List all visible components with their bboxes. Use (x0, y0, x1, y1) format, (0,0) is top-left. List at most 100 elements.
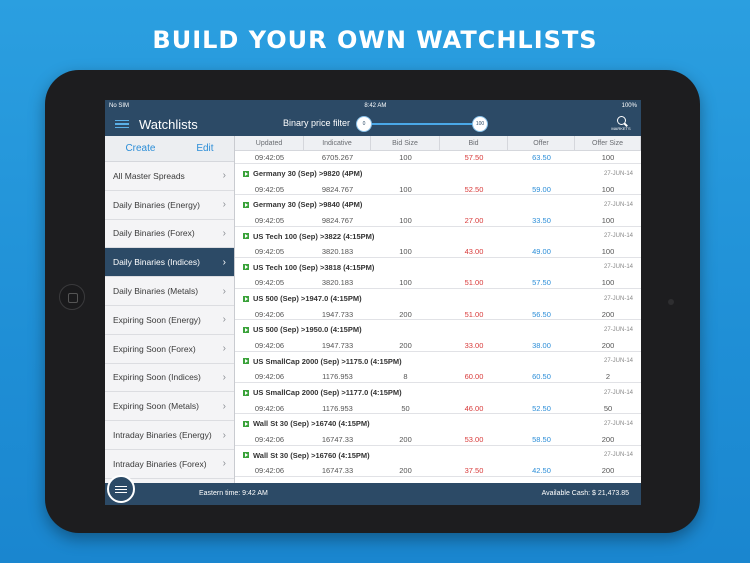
col-offer[interactable]: Offer (508, 136, 575, 150)
row-values: 09:42:06 16747.33 200 53.00 58.50 200 (235, 433, 641, 445)
cell-updated: 09:42:06 (254, 466, 285, 476)
sidebar-item[interactable]: Daily Binaries (Forex) › (105, 219, 234, 249)
col-bid-size[interactable]: Bid Size (371, 136, 440, 150)
market-name-row: US Tech 100 (Sep) >3822 (4:15PM) 27-JUN-1… (235, 227, 641, 246)
row-values: 09:42:06 1176.953 50 46.00 52.50 50 (235, 402, 641, 414)
cell-updated: 09:42:06 (254, 309, 285, 319)
home-button[interactable] (59, 284, 85, 310)
cell-bid-size: 100 (399, 247, 412, 257)
cell-bid: 27.00 (464, 215, 484, 225)
table-row[interactable]: Germany 30 (Sep) >9820 (4PM) 27-JUN-14 09:… (235, 164, 641, 196)
sidebar-item[interactable]: Intraday Binaries (Energy) › (105, 421, 234, 450)
market-name: Wall St 30 (Sep) >16760 (4:15PM) (253, 450, 370, 460)
search-icon (616, 116, 626, 125)
row-values: 09:42:05 9824.767 100 27.00 33.50 100 (235, 214, 641, 226)
table-row[interactable]: Germany 30 (Sep) >9840 (4PM) 27-JUN-14 09:… (235, 195, 641, 227)
up-arrow-icon (243, 389, 249, 396)
cell-bid: 52.50 (464, 184, 484, 194)
cell-indicative: 1947.733 (321, 309, 354, 319)
up-arrow-icon (243, 452, 249, 459)
cell-offer: 38.00 (532, 340, 551, 350)
cell-updated: 09:42:05 (254, 278, 285, 288)
cell-bid: 43.00 (464, 247, 484, 257)
sidebar-item[interactable]: All Master Spreads › (105, 162, 234, 191)
row-values: 09:42:06 1947.733 200 51.00 56.50 200 (235, 308, 641, 320)
battery: 100% (621, 103, 637, 109)
market-name: US Tech 100 (Sep) >3822 (4:15PM) (253, 231, 375, 241)
sidebar-item-label: Expiring Soon (Energy) (113, 314, 201, 325)
market-name-row: Wall St 30 (Sep) >16760 (4:15PM) 27-JUN-1… (235, 446, 641, 465)
sidebar-item[interactable]: Expiring Soon (Metals) › (105, 392, 234, 422)
table-row[interactable]: US 500 (Sep) >1947.0 (4:15PM) 27-JUN-14 09… (235, 289, 641, 321)
up-arrow-icon (243, 233, 249, 240)
sidebar-item[interactable]: Daily Binaries (Energy) › (105, 190, 234, 220)
table-row[interactable]: US 500 (Sep) >1950.0 (4:15PM) 27-JUN-14 09… (235, 320, 641, 352)
col-offer-size[interactable]: Offer Size (575, 136, 641, 150)
cell-offer: 60.50 (532, 372, 551, 382)
col-indicative[interactable]: Indicative (304, 136, 371, 150)
market-name-row: US 500 (Sep) >1947.0 (4:15PM) 27-JUN-14 (235, 289, 641, 308)
table-row[interactable]: US Tech 100 (Sep) >3822 (4:15PM) 27-JUN-1… (235, 227, 641, 258)
price-table: Updated Indicative Bid Size Bid Offer Of… (235, 136, 641, 483)
expiry-date: 27-JUN-14 (603, 358, 633, 365)
cell-indicative: 9824.767 (321, 184, 354, 194)
market-name-row: Germany 30 (Sep) >9840 (4PM) 27-JUN-14 (235, 195, 641, 214)
col-updated[interactable]: Updated (235, 136, 304, 150)
sidebar-item[interactable]: Expiring Soon (Indices) › (105, 363, 234, 393)
cell-bid: 60.00 (464, 372, 484, 382)
chevron-right-icon: › (222, 170, 226, 182)
cell-offer-size: 200 (601, 434, 615, 444)
table-row[interactable]: US SmallCap 2000 (Sep) >1177.0 (4:15PM) 2… (235, 383, 641, 415)
cell-offer-size: 100 (601, 215, 615, 225)
sidebar-item[interactable]: Daily Binaries (Metals) › (105, 277, 234, 306)
table-row[interactable]: Wall St 30 (Sep) >16760 (4:15PM) 27-JUN-1… (235, 446, 641, 477)
market-name: US 500 (Sep) >1950.0 (4:15PM) (253, 325, 362, 335)
cell-indicative: 1176.953 (322, 403, 353, 413)
market-name-row: US SmallCap 2000 (Sep) >1175.0 (4:15PM) 2… (235, 352, 641, 371)
cell-offer: 57.50 (532, 278, 551, 288)
up-arrow-icon (243, 420, 249, 427)
cell-offer-size: 200 (601, 466, 615, 476)
col-bid[interactable]: Bid (440, 136, 508, 150)
sidebar-item[interactable]: Daily Binaries (Indices) › (105, 248, 234, 278)
menu-icon[interactable] (115, 118, 129, 131)
price-filter-slider[interactable] (363, 123, 479, 125)
cell-updated: 09:42:05 (254, 184, 285, 194)
markets-button[interactable]: MARKETS (611, 115, 631, 131)
table-row[interactable]: US SmallCap 2000 (Sep) >1175.0 (4:15PM) 2… (235, 352, 641, 384)
menu-toggle-icon[interactable] (107, 475, 135, 503)
edit-button[interactable]: Edit (196, 143, 213, 154)
cell-bid-size: 200 (399, 309, 412, 319)
slider-min-knob[interactable]: 0 (356, 116, 372, 132)
up-arrow-icon (243, 170, 249, 177)
up-arrow-icon (243, 201, 249, 208)
nav-bar: Watchlists Binary price filter 0 100 MAR… (105, 112, 641, 136)
cell-bid-size: 50 (401, 403, 410, 413)
expiry-date: 27-JUN-14 (603, 295, 633, 302)
create-button[interactable]: Create (125, 143, 155, 154)
row-values: 09:42:05 3820.183 100 51.00 57.50 100 (235, 277, 641, 289)
table-row[interactable]: US Tech 100 (Sep) >3818 (4:15PM) 27-JUN-1… (235, 258, 641, 290)
market-name: US SmallCap 2000 (Sep) >1175.0 (4:15PM) (253, 356, 402, 366)
chevron-right-icon: › (222, 256, 226, 268)
chevron-right-icon: › (222, 458, 226, 470)
cell-offer: 58.50 (532, 434, 551, 444)
market-name: US 500 (Sep) >1947.0 (4:15PM) (253, 294, 362, 304)
sidebar-item-label: Daily Binaries (Energy) (113, 199, 200, 210)
chevron-right-icon: › (222, 199, 226, 211)
table-row[interactable]: Wall St 30 (Sep) >16740 (4:15PM) 27-JUN-1… (235, 414, 641, 446)
cell-bid-size: 8 (403, 372, 408, 382)
sidebar-item-label: All Master Spreads (113, 170, 185, 181)
cell-bid-size: 100 (399, 184, 412, 194)
cell-updated: 09:42:05 (254, 152, 285, 162)
sidebar-item[interactable]: Expiring Soon (Energy) › (105, 305, 234, 335)
sidebar-item-label: Daily Binaries (Metals) (113, 286, 199, 297)
carrier: No SIM (109, 103, 130, 109)
status-bar: No SIM 8:42 AM 100% (105, 100, 641, 112)
table-row[interactable]: 09:42:05 6705.267 100 57.50 63.50 100 (235, 151, 641, 164)
slider-max-knob[interactable]: 100 (472, 116, 488, 132)
sidebar-item[interactable]: Expiring Soon (Forex) › (105, 334, 234, 364)
up-arrow-icon (243, 295, 249, 302)
market-name-row: US 500 (Sep) >1950.0 (4:15PM) 27-JUN-14 (235, 320, 641, 339)
cell-indicative: 16747.33 (321, 466, 354, 476)
